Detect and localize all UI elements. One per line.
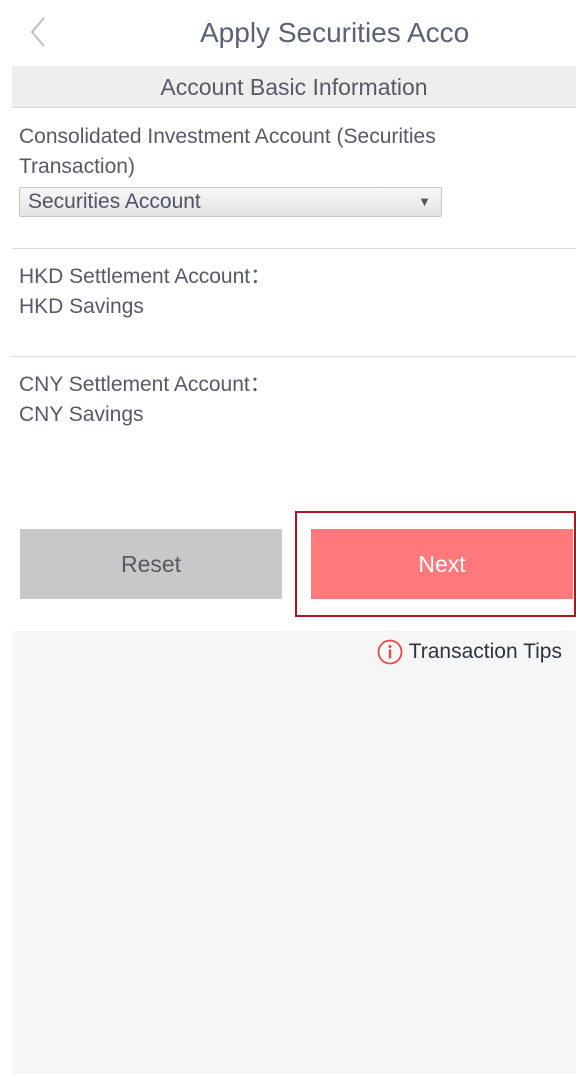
reset-button[interactable]: Reset [20, 529, 282, 599]
hkd-settlement-value: HKD Savings [19, 295, 144, 318]
tips-panel: Transaction Tips [12, 631, 576, 1074]
cny-settlement-value: CNY Savings [19, 403, 144, 426]
cny-settlement-block: CNY Settlement Account： CNY Savings [19, 370, 271, 430]
next-button[interactable]: Next [311, 529, 573, 599]
transaction-tips-label: Transaction Tips [408, 640, 562, 663]
divider [12, 356, 576, 357]
cny-settlement-label: CNY Settlement Account： [19, 373, 271, 396]
consolidated-account-label: Consolidated Investment Account (Securit… [19, 125, 436, 178]
section-title: Account Basic Information [12, 66, 576, 108]
back-arrow-icon[interactable] [24, 14, 52, 50]
header-bar: Apply Securities Acco [0, 0, 576, 64]
page-title: Apply Securities Acco [200, 17, 470, 48]
dropdown-arrow-icon: ▼ [418, 194, 431, 209]
divider [12, 248, 576, 249]
securities-account-select[interactable]: Securities Account ▼ [19, 187, 442, 217]
select-value: Securities Account [28, 190, 201, 213]
transaction-tips-link[interactable]: Transaction Tips [377, 639, 562, 665]
info-icon [377, 639, 403, 665]
screen: Apply Securities Acco Account Basic Info… [0, 0, 576, 1074]
hkd-settlement-block: HKD Settlement Account： HKD Savings [19, 262, 271, 322]
hkd-settlement-label: HKD Settlement Account： [19, 265, 272, 288]
